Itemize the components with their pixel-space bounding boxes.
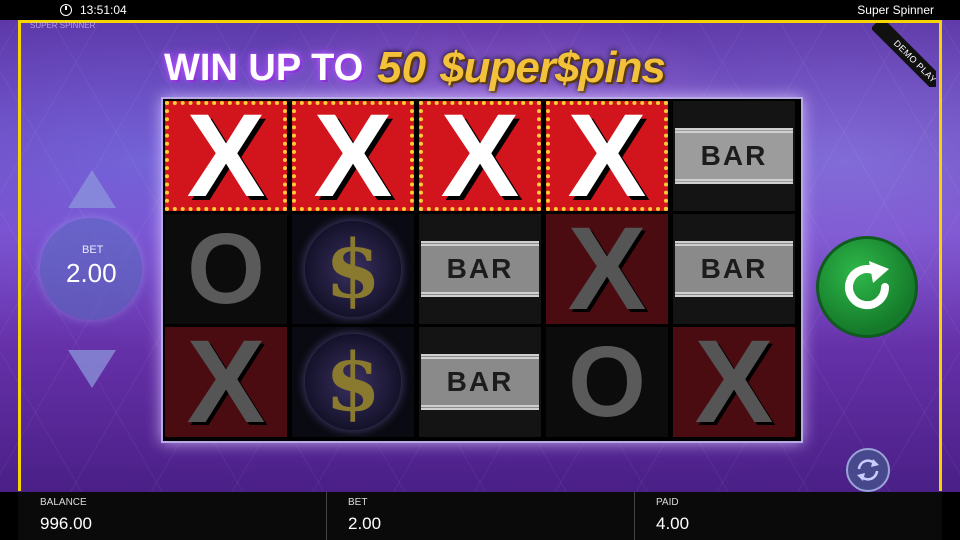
reel-symbol-bar: BAR [673, 101, 795, 211]
headline-amount: 50 [377, 43, 427, 92]
bet-widget: BET 2.00 [40, 170, 144, 400]
symbol-label: BAR [675, 128, 793, 184]
symbol-label: X [440, 101, 520, 211]
symbol-label: X [567, 101, 647, 211]
paid-value: 4.00 [656, 514, 690, 533]
demo-label: DEMO PLAY [872, 23, 936, 87]
symbol-label: BAR [675, 241, 793, 297]
reel-symbol-x: X [673, 327, 795, 437]
bet-label: BET [82, 244, 104, 256]
clock-icon [60, 4, 72, 16]
paid-label: PAID [656, 497, 679, 508]
reel-symbol-o: O [546, 327, 668, 437]
bet-value: 2.00 [66, 258, 117, 288]
balance-value: 996.00 [40, 514, 92, 533]
symbol-label: X [313, 101, 393, 211]
reel-symbol-dollar: $ [292, 327, 414, 437]
footer-bet-value: 2.00 [348, 514, 382, 533]
balance-panel: BALANCE 996.00 [18, 492, 327, 540]
dollar-coin-icon: $ [305, 334, 401, 430]
reel-symbol-x: X [292, 101, 414, 211]
symbol-label: X [186, 327, 266, 437]
reel-symbol-dollar: $ [292, 214, 414, 324]
dollar-coin-icon: $ [305, 221, 401, 317]
balance-label: BALANCE [40, 497, 87, 508]
bet-display[interactable]: BET 2.00 [40, 218, 142, 320]
game-title: Super Spinner [857, 3, 934, 17]
reel-symbol-bar: BAR [419, 214, 541, 324]
symbol-label: X [694, 327, 774, 437]
footer-bet-label: BET [348, 497, 368, 508]
symbol-label: BAR [421, 241, 539, 297]
symbol-label: X [567, 214, 647, 324]
refresh-arrow-icon [845, 261, 890, 310]
paid-panel: PAID 4.00 [634, 492, 942, 540]
symbol-label: BAR [421, 354, 539, 410]
reel-symbol-x: X [165, 101, 287, 211]
reel-symbol-bar: BAR [673, 214, 795, 324]
reel-grid: X O X X $ $ X BAR BAR X X O BAR BAR X [161, 97, 803, 443]
reel-symbol-o: O [165, 214, 287, 324]
arrow-up-icon[interactable] [68, 170, 116, 208]
spin-button[interactable] [816, 236, 918, 338]
arrow-down-icon[interactable] [68, 350, 116, 388]
game-subtitle: SUPER SPINNER [30, 21, 96, 30]
autoplay-arrows-icon [857, 459, 879, 481]
autoplay-button[interactable] [846, 448, 890, 492]
symbol-label: X [186, 101, 266, 211]
symbol-label: O [568, 327, 646, 437]
footer-bar: BALANCE 996.00 BET 2.00 PAID 4.00 [18, 492, 942, 540]
reel-symbol-x: X [419, 101, 541, 211]
status-bar: 13:51:04 Super Spinner [0, 0, 960, 20]
reel-symbol-x: X [165, 327, 287, 437]
reel-symbol-x: X [546, 214, 668, 324]
reel-symbol-bar: BAR [419, 327, 541, 437]
demo-ribbon: DEMO PLAY [872, 23, 936, 87]
bet-panel: BET 2.00 [326, 492, 635, 540]
reel-symbol-x: X [546, 101, 668, 211]
headline-banner: WIN UP TO 50 $uper$pins [164, 38, 804, 98]
game-stage: SUPER SPINNER DEMO PLAY WIN UP TO 50 $up… [0, 20, 960, 492]
symbol-label: O [187, 214, 265, 324]
super-spins-logo: $uper$pins [440, 43, 666, 92]
clock-time: 13:51:04 [80, 3, 127, 17]
headline-prefix: WIN UP TO [164, 46, 364, 89]
